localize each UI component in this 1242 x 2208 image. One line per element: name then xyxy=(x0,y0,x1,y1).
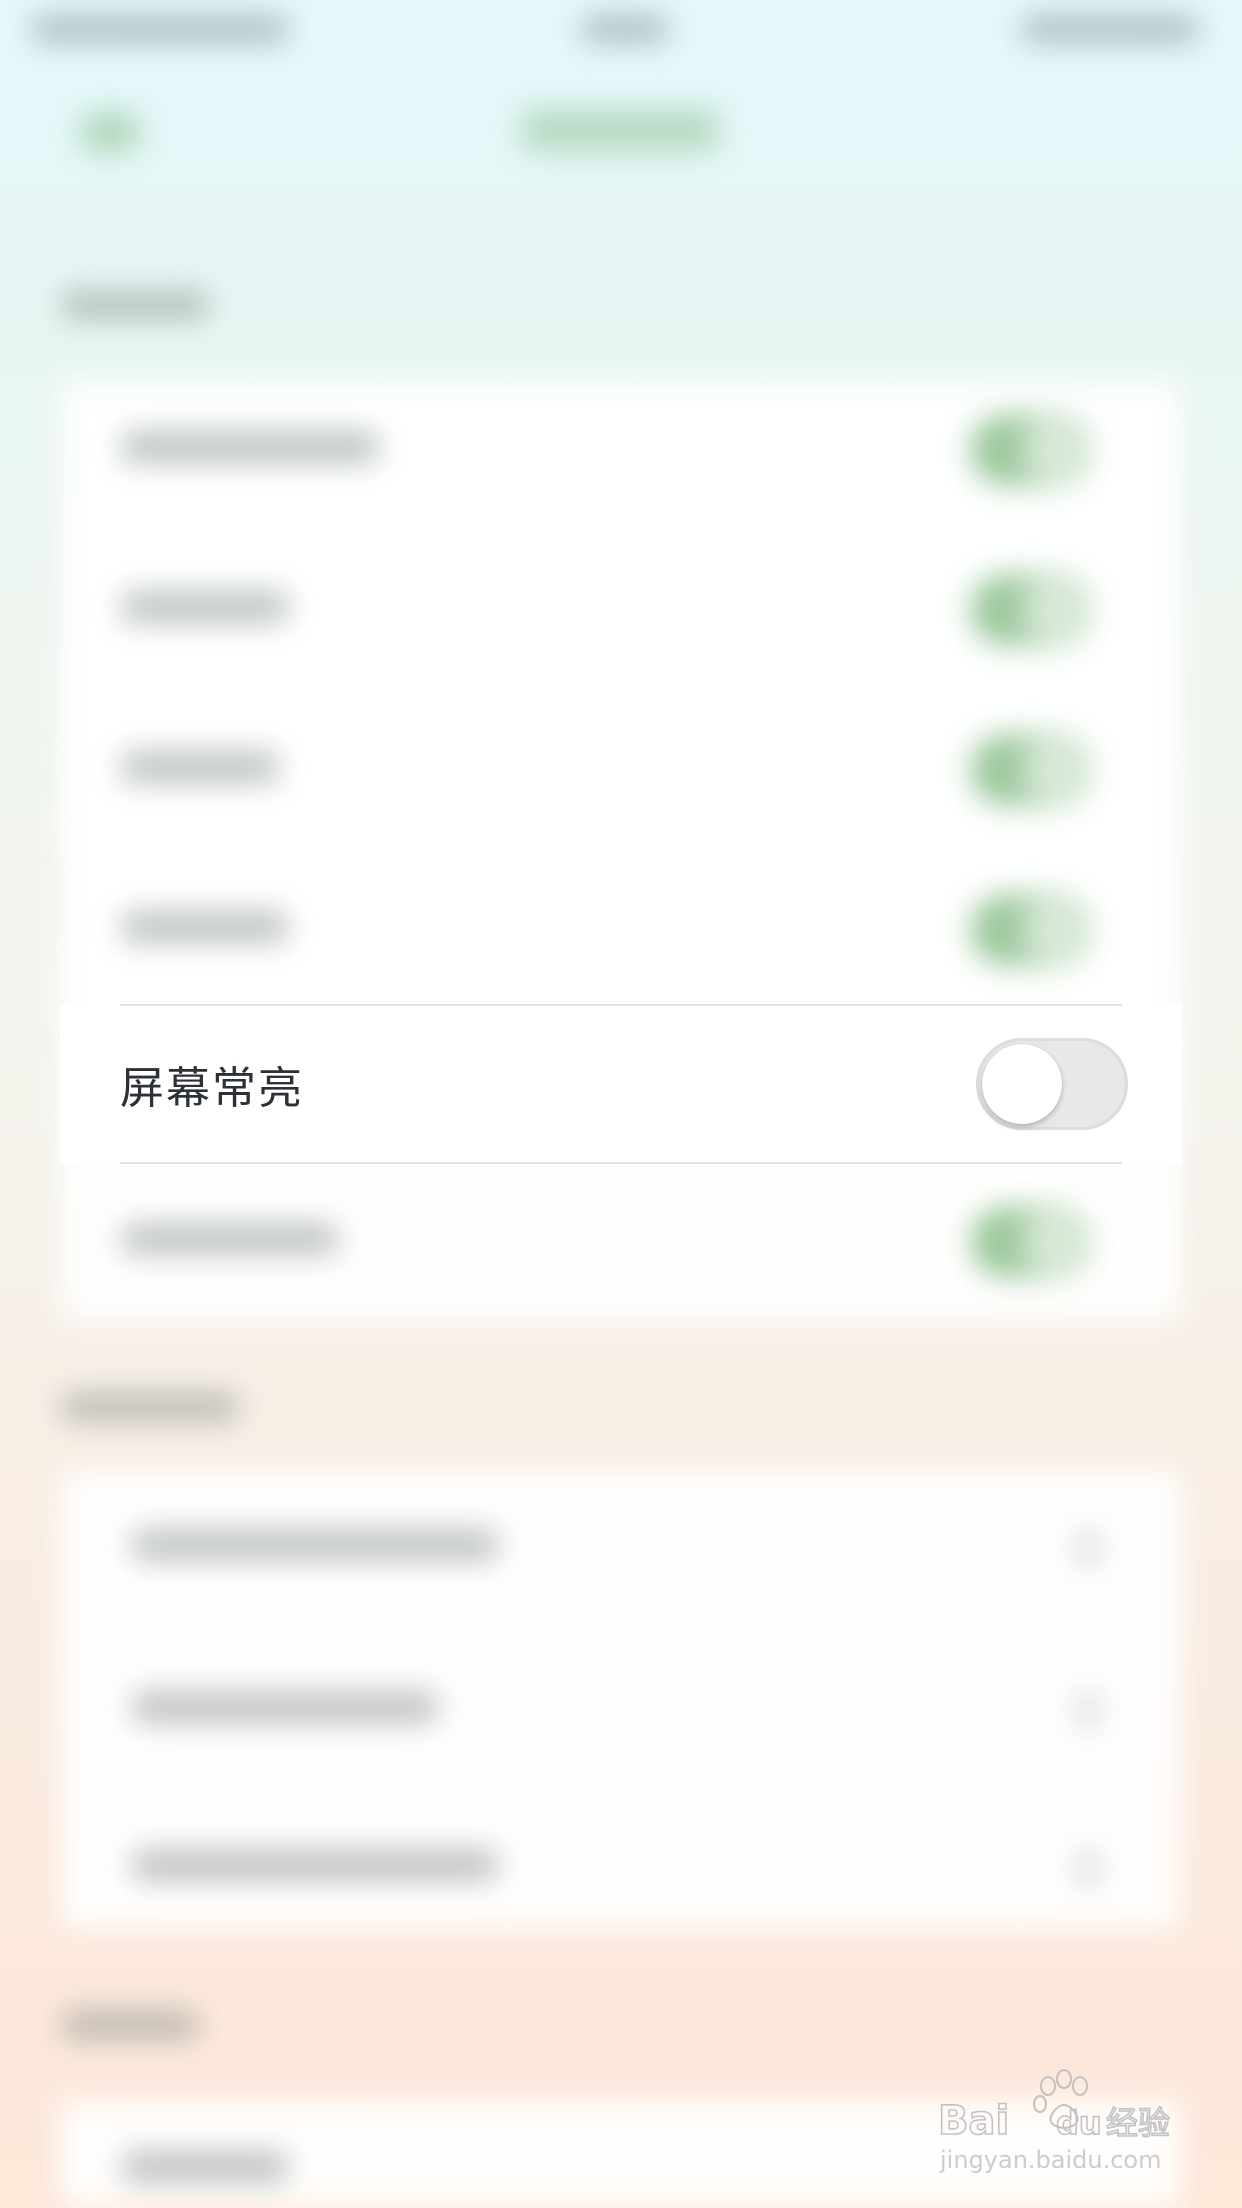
status-bar-time xyxy=(580,14,670,44)
toggle-on-icon xyxy=(970,574,1090,646)
setting-label xyxy=(120,750,280,784)
setting-label xyxy=(120,590,290,624)
setting-label: 屏幕常亮 xyxy=(120,1063,304,1114)
toggle-on-icon xyxy=(970,734,1090,806)
setting-row-screen-always-on: 屏幕常亮 xyxy=(60,1004,1182,1164)
nav-title xyxy=(520,108,720,152)
section-header xyxy=(60,290,210,320)
settings-card xyxy=(60,380,1182,1320)
setting-label xyxy=(130,1848,500,1882)
status-bar-left xyxy=(30,14,290,44)
row-divider-bottom xyxy=(120,1162,1122,1164)
svg-text:经验: 经验 xyxy=(1106,2104,1170,2142)
toggle-on-icon xyxy=(970,894,1090,966)
baidu-jingyan-watermark-logo: Bai du 经验 jingyan.baidu.com xyxy=(937,2069,1171,2174)
toggle-on-icon xyxy=(970,414,1090,486)
setting-label xyxy=(120,1222,340,1256)
svg-text:Bai: Bai xyxy=(938,2098,1009,2144)
back-icon xyxy=(80,112,140,152)
svg-text:jingyan.baidu.com: jingyan.baidu.com xyxy=(939,2146,1161,2174)
setting-label xyxy=(120,2150,290,2184)
setting-label xyxy=(120,910,290,944)
status-bar-right xyxy=(1020,14,1200,44)
row-divider-top xyxy=(120,1004,1122,1006)
svg-text:du: du xyxy=(1056,2104,1102,2142)
section-header xyxy=(60,1392,240,1422)
setting-label xyxy=(130,1690,440,1724)
setting-label xyxy=(130,1528,500,1562)
toggle-knob xyxy=(982,1044,1062,1124)
setting-label xyxy=(120,430,380,464)
chevron-right-icon xyxy=(1075,1848,1101,1888)
toggle-on-icon xyxy=(970,1206,1090,1278)
chevron-right-icon xyxy=(1075,1528,1101,1568)
chevron-right-icon xyxy=(1075,1690,1101,1730)
screen-always-on-toggle[interactable] xyxy=(976,1038,1128,1130)
section-header xyxy=(60,2010,200,2040)
